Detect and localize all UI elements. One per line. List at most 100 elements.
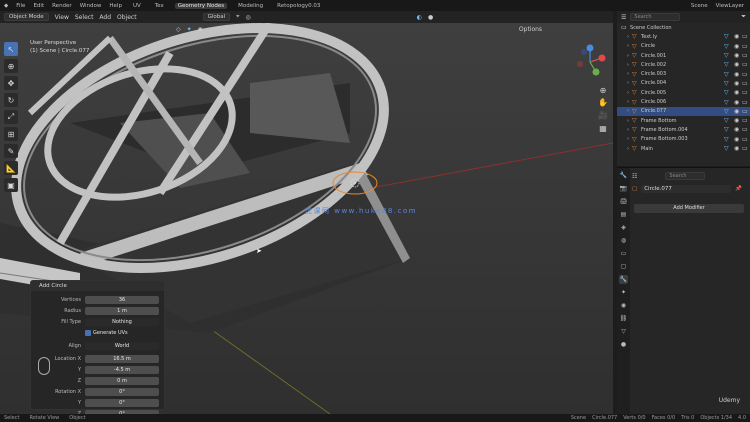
- snap-icon[interactable]: ⌖: [236, 13, 239, 21]
- outliner-row[interactable]: › ▽ Circle.006 ▽ ◉ ▭: [617, 97, 750, 106]
- panel-title[interactable]: Add Circle: [31, 281, 164, 291]
- pin-icon[interactable]: 📌: [735, 186, 742, 192]
- generate-uvs-checkbox[interactable]: Generate UVs: [85, 330, 128, 336]
- properties-search-input[interactable]: Search: [665, 172, 706, 180]
- tab-geometry-nodes[interactable]: Geometry Nodes: [174, 2, 228, 9]
- render-camera-icon[interactable]: ▭: [742, 117, 750, 124]
- outliner-row[interactable]: › ▽ Circle.003 ▽ ◉ ▭: [617, 69, 750, 78]
- menu-select[interactable]: Select: [75, 14, 94, 21]
- outliner-row[interactable]: › ▽ Circle.002 ▽ ◉ ▭: [617, 60, 750, 69]
- mesh-data-icon[interactable]: ▽: [724, 126, 734, 133]
- cursor-tool-icon[interactable]: ⊕: [4, 59, 18, 73]
- rotation-x-field[interactable]: 0°: [85, 388, 159, 396]
- outliner-editor-icon[interactable]: ☰: [621, 14, 626, 21]
- visibility-eye-icon[interactable]: ◉: [734, 117, 742, 124]
- data-tab-icon[interactable]: ▽: [619, 327, 628, 336]
- menu-render[interactable]: Render: [52, 3, 72, 9]
- mesh-data-icon[interactable]: ▽: [724, 80, 734, 87]
- mesh-data-icon[interactable]: ▽: [724, 136, 734, 143]
- mode-dropdown[interactable]: Object Mode: [4, 13, 49, 21]
- render-camera-icon[interactable]: ▭: [742, 61, 750, 68]
- render-camera-icon[interactable]: ▭: [742, 99, 750, 106]
- menu-window[interactable]: Window: [80, 3, 102, 9]
- rotate-tool-icon[interactable]: ↻: [4, 93, 18, 107]
- measure-tool-icon[interactable]: 📐: [4, 161, 18, 175]
- render-camera-icon[interactable]: ▭: [742, 108, 750, 115]
- visibility-icon[interactable]: ◉: [198, 26, 203, 33]
- output-tab-icon[interactable]: 🖨: [619, 197, 628, 206]
- tab-uv[interactable]: UV: [130, 3, 144, 9]
- visibility-eye-icon[interactable]: ◉: [734, 80, 742, 87]
- viewlayer-selector[interactable]: ViewLayer: [716, 3, 744, 9]
- mesh-data-icon[interactable]: ▽: [724, 108, 734, 115]
- visibility-eye-icon[interactable]: ◉: [734, 52, 742, 59]
- visibility-eye-icon[interactable]: ◉: [734, 108, 742, 115]
- scene-tab-icon[interactable]: ◈: [619, 223, 628, 232]
- outliner-row[interactable]: › ▽ Frame Bottom ▽ ◉ ▭: [617, 116, 750, 125]
- add-modifier-button[interactable]: Add Modifier: [634, 204, 744, 213]
- ortho-grid-icon[interactable]: ▦: [597, 124, 609, 136]
- pan-hand-icon[interactable]: ✋: [597, 98, 609, 110]
- outliner-row[interactable]: › ▽ Circle ▽ ◉ ▭: [617, 42, 750, 51]
- camera-view-icon[interactable]: 🎥: [597, 111, 609, 123]
- constraints-tab-icon[interactable]: ⛓: [619, 314, 628, 323]
- visibility-eye-icon[interactable]: ◉: [734, 126, 742, 133]
- material-tab-icon[interactable]: ●: [619, 340, 628, 349]
- mesh-data-icon[interactable]: ▽: [724, 52, 734, 59]
- tool-tab-icon[interactable]: 🔧: [619, 171, 628, 180]
- transform-orientation-dropdown[interactable]: Global: [202, 13, 231, 21]
- render-camera-icon[interactable]: ▭: [742, 126, 750, 133]
- mesh-data-icon[interactable]: ▽: [724, 145, 734, 152]
- move-tool-icon[interactable]: ✥: [4, 76, 18, 90]
- outliner-row[interactable]: › ▽ Circle.004 ▽ ◉ ▭: [617, 79, 750, 88]
- mesh-data-icon[interactable]: ▽: [724, 117, 734, 124]
- scale-tool-icon[interactable]: ⤢: [4, 110, 18, 124]
- transform-tool-icon[interactable]: ⊞: [4, 127, 18, 141]
- menu-file[interactable]: File: [16, 3, 25, 9]
- zoom-icon[interactable]: ⊕: [597, 86, 609, 98]
- render-camera-icon[interactable]: ▭: [742, 145, 750, 152]
- radius-field[interactable]: 1 m: [85, 307, 159, 315]
- render-camera-icon[interactable]: ▭: [742, 71, 750, 78]
- mesh-data-icon[interactable]: ▽: [724, 71, 734, 78]
- visibility-eye-icon[interactable]: ◉: [734, 99, 742, 106]
- world-tab-icon[interactable]: ◍: [619, 236, 628, 245]
- rotation-y-field[interactable]: 0°: [85, 399, 159, 407]
- outliner-row[interactable]: › ▽ Frame Bottom.004 ▽ ◉ ▭: [617, 125, 750, 134]
- object-tab-icon[interactable]: ▢: [619, 262, 628, 271]
- outliner-search-input[interactable]: Search: [630, 13, 681, 21]
- add-circle-panel[interactable]: Add Circle Vertices 36 Radius 1 m Fill T…: [30, 280, 165, 418]
- filter-icon[interactable]: ⏷: [741, 13, 746, 21]
- overlay-icon[interactable]: ◐: [417, 14, 422, 21]
- mesh-data-icon[interactable]: ▽: [724, 43, 734, 50]
- properties-editor-icon[interactable]: ☷: [632, 173, 637, 180]
- visibility-eye-icon[interactable]: ◉: [734, 145, 742, 152]
- tab-retopology[interactable]: Retopology0.03: [274, 3, 323, 9]
- physics-tab-icon[interactable]: ◉: [619, 301, 628, 310]
- outliner-row[interactable]: › ▽ Frame Bottom.003 ▽ ◉ ▭: [617, 135, 750, 144]
- outliner-row[interactable]: › ▽ Circle.001 ▽ ◉ ▭: [617, 51, 750, 60]
- outliner-row[interactable]: › ▽ Text.ly ▽ ◉ ▭: [617, 32, 750, 41]
- select-box-icon[interactable]: ↖: [4, 42, 18, 56]
- navigation-gizmo[interactable]: [570, 42, 610, 82]
- tab-texture[interactable]: Tex: [152, 3, 167, 9]
- visibility-eye-icon[interactable]: ◉: [734, 61, 742, 68]
- mesh-data-icon[interactable]: ▽: [724, 99, 734, 106]
- location-z-field[interactable]: 0 m: [85, 377, 159, 385]
- add-cube-tool-icon[interactable]: ▣: [4, 178, 18, 192]
- location-x-field[interactable]: 16.5 m: [85, 355, 159, 363]
- mesh-data-icon[interactable]: ▽: [724, 89, 734, 96]
- particles-tab-icon[interactable]: ✦: [619, 288, 628, 297]
- location-y-field[interactable]: -4.5 m: [85, 366, 159, 374]
- annotate-tool-icon[interactable]: ✎: [4, 144, 18, 158]
- pivot-icon[interactable]: ◇: [176, 26, 181, 33]
- menu-object[interactable]: Object: [117, 14, 137, 21]
- visibility-eye-icon[interactable]: ◉: [734, 136, 742, 143]
- visibility-eye-icon[interactable]: ◉: [734, 43, 742, 50]
- render-tab-icon[interactable]: 📷: [619, 184, 628, 193]
- mesh-data-icon[interactable]: ▽: [724, 33, 734, 40]
- menu-add[interactable]: Add: [99, 14, 111, 21]
- vertices-field[interactable]: 36: [85, 296, 159, 304]
- render-camera-icon[interactable]: ▭: [742, 136, 750, 143]
- view-layer-tab-icon[interactable]: ▤: [619, 210, 628, 219]
